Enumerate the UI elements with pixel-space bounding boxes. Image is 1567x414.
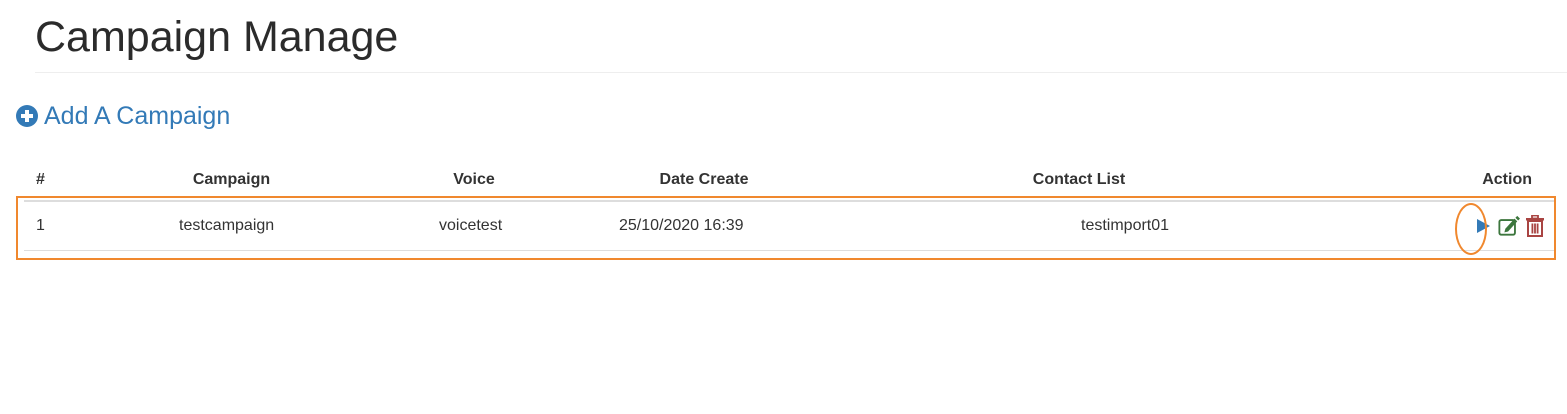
title-divider xyxy=(35,72,1567,73)
campaign-table-wrapper: # Campaign Voice Date Create Contact Lis… xyxy=(24,160,1554,251)
edit-icon xyxy=(1498,215,1520,236)
add-campaign-label: Add A Campaign xyxy=(44,102,231,130)
column-header-voice: Voice xyxy=(369,160,579,202)
column-header-campaign: Campaign xyxy=(94,160,369,202)
column-header-number: # xyxy=(24,160,94,202)
cell-campaign: testcampaign xyxy=(94,201,369,251)
cell-number: 1 xyxy=(24,201,94,251)
cell-voice: voicetest xyxy=(369,201,579,251)
table-row: 1 testcampaign voicetest 25/10/2020 16:3… xyxy=(24,201,1554,251)
edit-button[interactable] xyxy=(1498,215,1520,237)
delete-button[interactable] xyxy=(1524,215,1546,237)
table-header-row: # Campaign Voice Date Create Contact Lis… xyxy=(24,160,1554,202)
column-header-contact-list: Contact List xyxy=(829,160,1329,202)
play-icon xyxy=(1477,219,1490,233)
cell-contact-list: testimport01 xyxy=(829,201,1329,251)
plus-circle-icon xyxy=(16,105,38,127)
page-title: Campaign Manage xyxy=(35,13,399,61)
cell-date-create: 25/10/2020 16:39 xyxy=(579,201,829,251)
delete-icon xyxy=(1526,215,1544,237)
page: Campaign Manage Add A Campaign # Campaig… xyxy=(0,0,1567,414)
add-campaign-link[interactable]: Add A Campaign xyxy=(16,100,230,132)
cell-actions xyxy=(1329,201,1554,251)
column-header-action: Action xyxy=(1329,160,1554,202)
play-button[interactable] xyxy=(1472,215,1494,237)
column-header-date-create: Date Create xyxy=(579,160,829,202)
campaign-table: # Campaign Voice Date Create Contact Lis… xyxy=(24,160,1554,251)
